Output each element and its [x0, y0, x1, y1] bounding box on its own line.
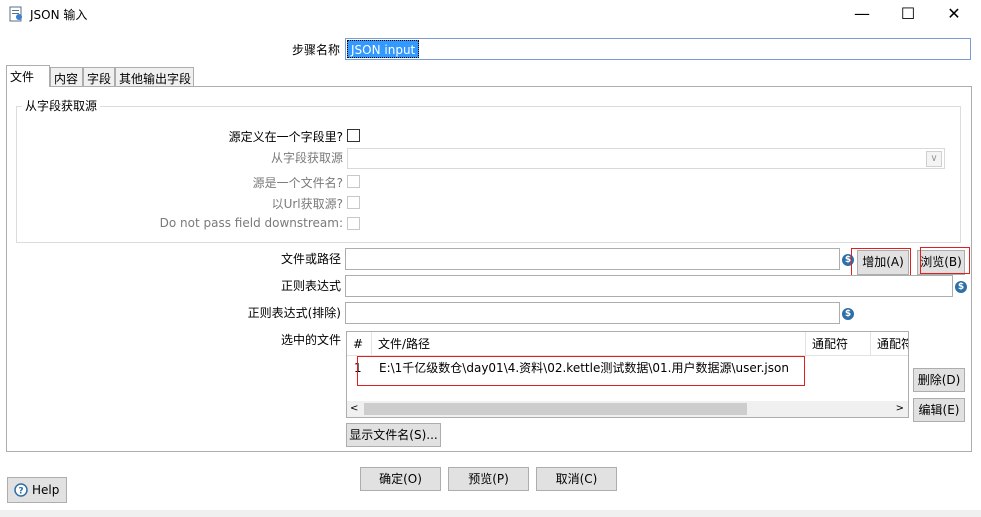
step-name-value: JSON input: [347, 40, 420, 58]
delete-button[interactable]: 删除(D): [913, 368, 965, 392]
column-header-wildcard[interactable]: 通配符: [806, 332, 871, 356]
file-path-label: 文件或路径: [280, 252, 341, 266]
source-in-field-label: 源定义在一个字段里?: [228, 130, 343, 144]
highlight-box: [357, 356, 805, 386]
maximize-button[interactable]: ☐: [885, 0, 931, 30]
read-url-label: 以Url获取源?: [271, 197, 343, 211]
selected-files-label: 选中的文件: [280, 333, 341, 347]
scroll-right-icon[interactable]: >: [896, 401, 904, 417]
source-in-field-checkbox[interactable]: [347, 129, 360, 142]
regex-exclude-label: 正则表达式(排除): [247, 306, 341, 320]
source-field-combo[interactable]: ∨: [347, 148, 945, 169]
do-not-pass-checkbox[interactable]: [347, 217, 360, 230]
help-icon: ?: [14, 483, 28, 497]
tab-fields[interactable]: 字段: [83, 67, 115, 86]
variable-icon[interactable]: $: [955, 281, 967, 293]
get-source-from-field-label: 从字段获取源: [270, 151, 343, 165]
source-is-filename-checkbox[interactable]: [347, 175, 360, 188]
highlight-box: [920, 247, 970, 274]
preview-button[interactable]: 预览(P): [448, 467, 529, 491]
help-button[interactable]: ? Help: [7, 477, 67, 503]
cancel-button[interactable]: 取消(C): [536, 467, 617, 491]
window-title: JSON 输入: [30, 8, 88, 22]
source-group-title: 从字段获取源: [22, 97, 101, 114]
regex-input[interactable]: [345, 275, 953, 297]
tab-file[interactable]: 文件: [6, 65, 50, 87]
column-header-num[interactable]: #: [347, 332, 372, 356]
minimize-button[interactable]: —: [839, 0, 885, 30]
svg-text:?: ?: [18, 487, 23, 497]
help-label: Help: [32, 483, 60, 497]
step-name-input[interactable]: [345, 38, 971, 60]
read-url-checkbox[interactable]: [347, 196, 360, 209]
tab-content[interactable]: 内容: [50, 67, 83, 86]
close-button[interactable]: ✕: [931, 0, 977, 30]
chevron-down-icon[interactable]: ∨: [926, 151, 942, 167]
title-bar: JSON 输入 — ☐ ✕: [0, 0, 981, 30]
column-header-wildcard-2[interactable]: 通配符: [871, 332, 908, 356]
regex-label: 正则表达式: [280, 279, 341, 293]
column-header-path[interactable]: 文件/路径: [372, 332, 806, 356]
source-is-filename-label: 源是一个文件名?: [252, 176, 343, 190]
variable-icon[interactable]: $: [842, 308, 854, 320]
scroll-thumb[interactable]: [364, 403, 747, 415]
scroll-left-icon[interactable]: <: [350, 401, 358, 417]
show-filenames-button[interactable]: 显示文件名(S)...: [346, 423, 441, 447]
file-path-input[interactable]: [345, 248, 840, 270]
edit-button[interactable]: 编辑(E): [913, 398, 965, 422]
app-icon: [9, 6, 22, 22]
do-not-pass-label: Do not pass field downstream:: [159, 216, 343, 230]
bottom-edge: [0, 510, 981, 517]
ok-button[interactable]: 确定(O): [360, 467, 441, 491]
tab-other-output-fields[interactable]: 其他输出字段: [115, 67, 194, 86]
step-name-label: 步骤名称: [291, 43, 340, 57]
horizontal-scrollbar[interactable]: < >: [347, 401, 908, 417]
regex-exclude-input[interactable]: [345, 302, 840, 324]
